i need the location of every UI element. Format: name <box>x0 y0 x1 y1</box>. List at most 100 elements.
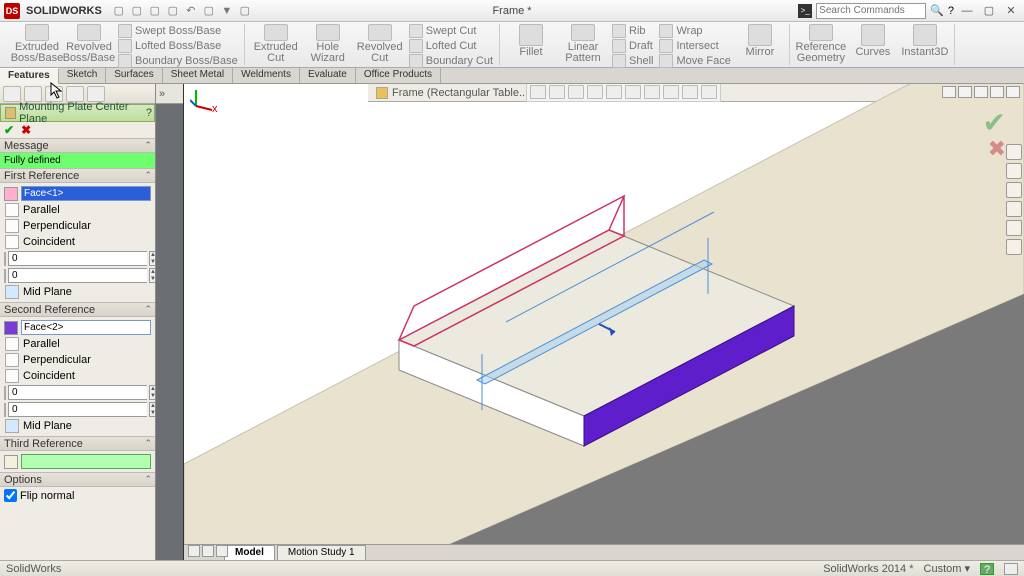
view-palette-icon[interactable] <box>1006 201 1022 217</box>
edit-appearance-icon[interactable] <box>663 85 679 99</box>
collapse-icon[interactable]: ⌃ <box>144 140 152 151</box>
undo-icon[interactable]: ↶ <box>184 4 198 18</box>
tab-weldments[interactable]: Weldments <box>233 68 300 83</box>
extruded-boss-button[interactable]: ExtrudedBoss/Base <box>14 24 60 65</box>
ok-button[interactable]: ✔ <box>4 123 14 137</box>
extruded-cut-button[interactable]: ExtrudedCut <box>253 24 299 65</box>
face-select-icon[interactable] <box>4 187 18 201</box>
minimize-icon[interactable]: — <box>958 5 976 17</box>
flyout-expand-icon[interactable]: » <box>156 84 183 104</box>
appearances-icon[interactable] <box>1006 220 1022 236</box>
boundary-boss-button[interactable]: Boundary Boss/Base <box>118 54 238 68</box>
tab-surfaces[interactable]: Surfaces <box>106 68 162 83</box>
move-face-button[interactable]: Move Face <box>659 54 730 68</box>
collapse-icon[interactable]: ⌃ <box>144 474 152 485</box>
vp-btn[interactable] <box>1006 86 1020 98</box>
vp-btn[interactable] <box>958 86 972 98</box>
first-reference-input[interactable]: Face<1> <box>21 186 151 201</box>
tab-evaluate[interactable]: Evaluate <box>300 68 356 83</box>
intersect-button[interactable]: Intersect <box>659 39 730 53</box>
perpendicular-icon[interactable] <box>5 353 19 367</box>
search-icon[interactable]: 🔍 <box>930 4 944 17</box>
tab-nav-next-icon[interactable] <box>216 545 228 557</box>
linear-pattern-button[interactable]: LinearPattern <box>560 24 606 65</box>
face-select-icon[interactable] <box>4 455 18 469</box>
cancel-feature-icon[interactable]: ✖ <box>988 136 1006 162</box>
options-icon[interactable]: ▼ <box>220 4 234 18</box>
mirror-button[interactable]: Mirror <box>737 24 783 65</box>
graphics-view[interactable]: Frame (Rectangular Table... <box>184 84 1024 560</box>
midplane-icon[interactable] <box>5 419 19 433</box>
boundary-cut-button[interactable]: Boundary Cut <box>409 54 493 68</box>
status-rebuild-icon[interactable] <box>1004 563 1018 575</box>
confirm-feature-icon[interactable]: ✔ <box>983 106 1006 139</box>
lofted-boss-button[interactable]: Lofted Boss/Base <box>118 39 238 53</box>
midplane-icon[interactable] <box>5 285 19 299</box>
restore-icon[interactable]: ▢ <box>980 4 998 17</box>
curves-button[interactable]: Curves <box>850 24 896 65</box>
close-icon[interactable]: ✕ <box>1002 4 1020 17</box>
parallel-icon[interactable] <box>5 203 19 217</box>
previous-view-icon[interactable] <box>568 85 584 99</box>
resources-icon[interactable] <box>1006 144 1022 160</box>
coincident-icon[interactable] <box>5 235 19 249</box>
status-help-icon[interactable]: ? <box>980 563 994 575</box>
tab-motion-study[interactable]: Motion Study 1 <box>277 545 366 560</box>
vp-btn[interactable] <box>942 86 956 98</box>
wrap-button[interactable]: Wrap <box>659 24 730 38</box>
feature-tree-icon[interactable] <box>3 86 21 102</box>
tab-nav-first-icon[interactable] <box>188 545 200 557</box>
configuration-icon[interactable] <box>45 86 63 102</box>
shell-button[interactable]: Shell <box>612 54 653 68</box>
new-icon[interactable]: ▢ <box>112 4 126 18</box>
perpendicular-icon[interactable] <box>5 219 19 233</box>
distance-input[interactable] <box>8 385 147 400</box>
tab-sheet-metal[interactable]: Sheet Metal <box>163 68 233 83</box>
tab-model[interactable]: Model <box>224 545 275 560</box>
draft-button[interactable]: Draft <box>612 39 653 53</box>
tab-office-products[interactable]: Office Products <box>356 68 441 83</box>
hole-wizard-button[interactable]: HoleWizard <box>305 24 351 65</box>
help-icon[interactable]: ? <box>146 107 152 119</box>
hide-show-icon[interactable] <box>644 85 660 99</box>
vp-btn[interactable] <box>974 86 988 98</box>
dimxpert-icon[interactable] <box>66 86 84 102</box>
help-icon[interactable]: ? <box>948 5 954 17</box>
zoom-fit-icon[interactable] <box>530 85 546 99</box>
swept-boss-button[interactable]: Swept Boss/Base <box>118 24 238 38</box>
design-library-icon[interactable] <box>1006 163 1022 179</box>
display-icon[interactable] <box>87 86 105 102</box>
reference-geometry-button[interactable]: ReferenceGeometry <box>798 24 844 65</box>
custom-props-icon[interactable] <box>1006 239 1022 255</box>
tab-nav-prev-icon[interactable] <box>202 545 214 557</box>
third-reference-input[interactable] <box>21 454 151 469</box>
save-icon[interactable]: ▢ <box>148 4 162 18</box>
property-manager-icon[interactable] <box>24 86 42 102</box>
second-reference-input[interactable]: Face<2> <box>21 320 151 335</box>
collapse-icon[interactable]: ⌃ <box>144 438 152 449</box>
revolved-boss-button[interactable]: RevolvedBoss/Base <box>66 24 112 65</box>
rib-button[interactable]: Rib <box>612 24 653 38</box>
view-orientation-icon[interactable] <box>606 85 622 99</box>
status-custom[interactable]: Custom ▾ <box>924 562 970 575</box>
print-icon[interactable]: ▢ <box>166 4 180 18</box>
apply-scene-icon[interactable] <box>682 85 698 99</box>
rebuild-icon[interactable]: ▢ <box>202 4 216 18</box>
instant3d-button[interactable]: Instant3D <box>902 24 948 65</box>
angle-input[interactable] <box>8 402 147 417</box>
swept-cut-button[interactable]: Swept Cut <box>409 24 493 38</box>
angle-spinner[interactable]: ▲▼ <box>149 402 156 417</box>
tab-features[interactable]: Features <box>0 68 59 84</box>
display-style-icon[interactable] <box>625 85 641 99</box>
angle-input[interactable] <box>8 268 147 283</box>
section-view-icon[interactable] <box>587 85 603 99</box>
lofted-cut-button[interactable]: Lofted Cut <box>409 39 493 53</box>
model-view[interactable] <box>184 84 1024 560</box>
file-explorer-icon[interactable] <box>1006 182 1022 198</box>
collapse-icon[interactable]: ⌃ <box>144 304 152 315</box>
open-icon[interactable]: ▢ <box>130 4 144 18</box>
search-input[interactable] <box>816 3 926 19</box>
more-icon[interactable]: ▢ <box>238 4 252 18</box>
tab-sketch[interactable]: Sketch <box>59 68 107 83</box>
distance-spinner[interactable]: ▲▼ <box>149 251 156 266</box>
